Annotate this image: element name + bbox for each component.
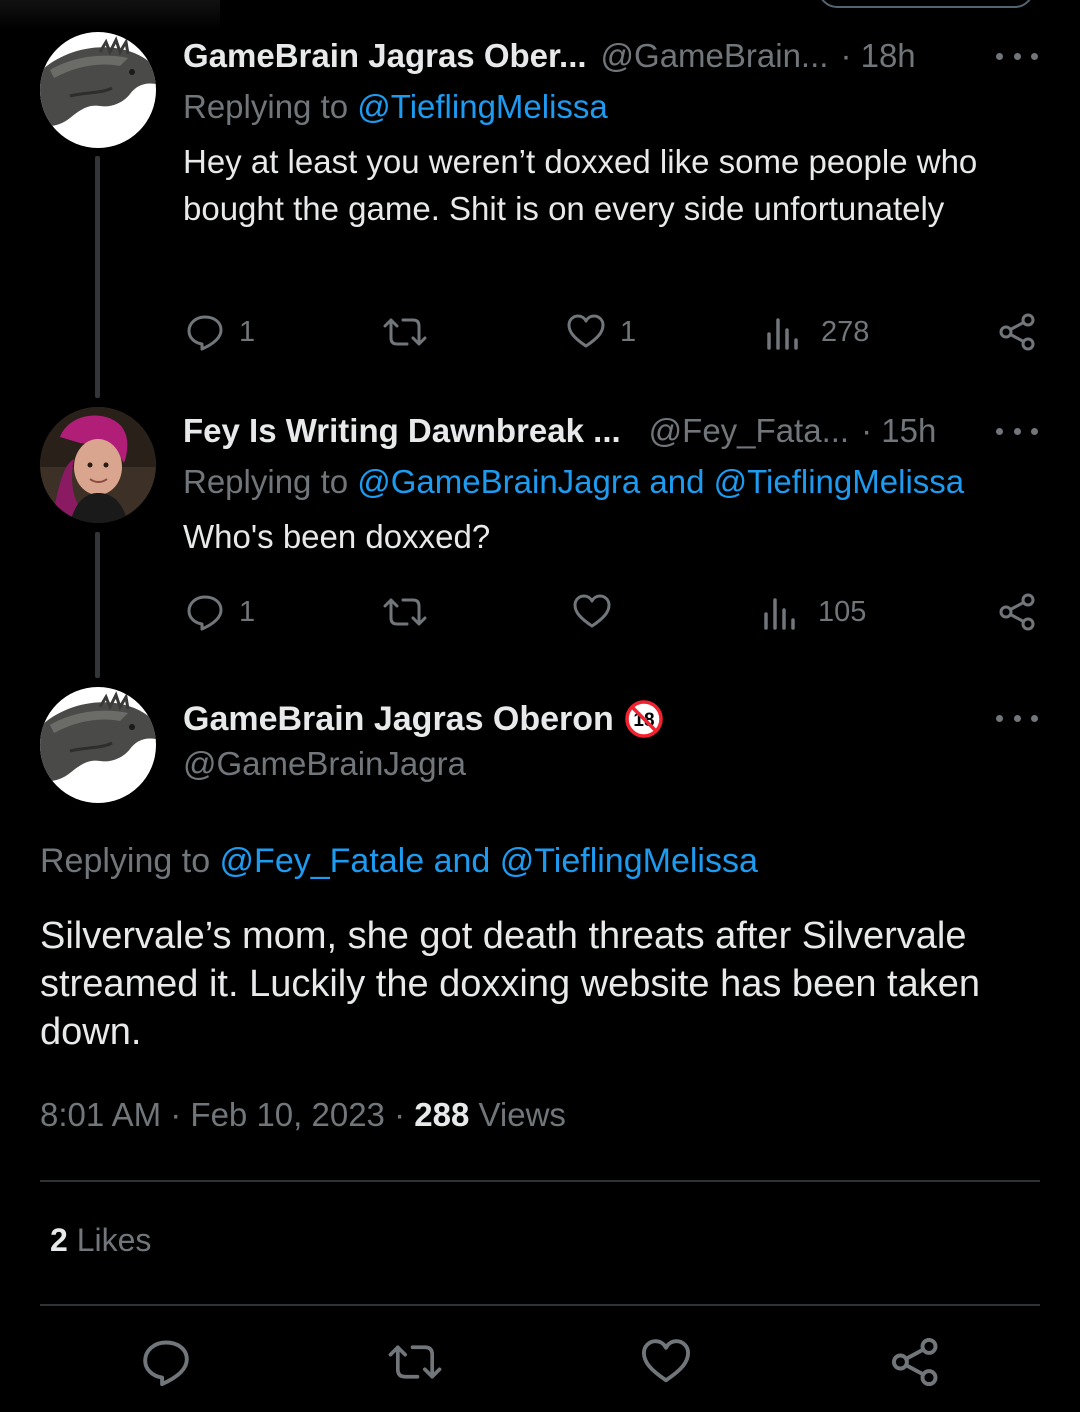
timestamp[interactable]: · 18h: [840, 37, 915, 75]
replying-to-prefix: Replying to: [183, 88, 358, 125]
separator: ·: [161, 1096, 191, 1133]
thread-connector: [95, 156, 100, 398]
like-icon: [573, 594, 611, 628]
display-name-row: GameBrain Jagras Oberon 18: [183, 697, 664, 741]
tweet-meta: 8:01 AM · Feb 10, 2023 · 288 Views: [40, 1096, 566, 1134]
retweet-icon: [383, 318, 427, 346]
like-icon: [641, 1339, 691, 1383]
likes-count: 2: [50, 1222, 68, 1258]
replying-to: Replying to @Fey_Fatale and @TieflingMel…: [40, 842, 758, 881]
divider: [40, 1180, 1040, 1182]
views-count: 288: [414, 1096, 470, 1133]
like-button[interactable]: [640, 1336, 692, 1388]
share-button[interactable]: [890, 1336, 942, 1388]
more-options-icon[interactable]: [996, 46, 1038, 66]
tweet-text: Hey at least you weren’t doxxed like som…: [183, 143, 978, 227]
share-icon: [891, 1337, 938, 1387]
reply-button[interactable]: [140, 1336, 192, 1388]
reply-count: 1: [239, 315, 256, 348]
views-label: Views: [469, 1096, 566, 1133]
tweet-header: GameBrain Jagras Ober... @GameBrain... ·…: [183, 34, 916, 78]
post-time[interactable]: 8:01 AM: [40, 1096, 161, 1133]
views-icon: [767, 318, 798, 350]
views-button[interactable]: 105: [762, 590, 866, 634]
display-name[interactable]: GameBrain Jagras Ober...: [183, 37, 587, 75]
avatar[interactable]: [40, 407, 156, 523]
share-icon: [999, 593, 1035, 631]
display-name[interactable]: Fey Is Writing Dawnbreak ...: [183, 412, 621, 450]
avatar[interactable]: [40, 687, 156, 803]
age-restriction-badge-icon: 18: [625, 700, 663, 738]
views-button[interactable]: 278: [765, 310, 869, 354]
share-button[interactable]: [998, 310, 1038, 354]
user-handle[interactable]: @GameBrain...: [601, 37, 829, 75]
tweet-text: Who's been doxxed?: [183, 518, 491, 555]
retweet-icon: [388, 1345, 442, 1379]
tweet-text: Silvervale’s mom, she got death threats …: [40, 915, 980, 1053]
replying-to-prefix: Replying to: [183, 463, 358, 500]
replying-to-link[interactable]: @GameBrainJagra and @TieflingMelissa: [357, 463, 964, 500]
more-options-icon[interactable]: [996, 708, 1038, 728]
reply-button[interactable]: 1: [185, 590, 255, 634]
retweet-button[interactable]: [383, 310, 441, 354]
replying-to-link[interactable]: @TieflingMelissa: [357, 88, 608, 125]
user-handle[interactable]: @Fey_Fata...: [649, 412, 849, 450]
tweet-actions: 1 1 278: [0, 310, 1080, 354]
top-edge-shadow: [0, 0, 220, 30]
tweet-actions: 1 105: [0, 590, 1080, 634]
main-tweet-actions: [0, 1336, 1080, 1388]
retweet-icon: [383, 598, 427, 626]
divider: [40, 1304, 1040, 1306]
more-options-icon[interactable]: [996, 421, 1038, 441]
reply-icon: [143, 1340, 189, 1387]
post-date[interactable]: Feb 10, 2023: [190, 1096, 385, 1133]
share-icon: [999, 313, 1035, 351]
replying-to: Replying to @GameBrainJagra and @Tieflin…: [183, 463, 964, 501]
views-icon: [764, 598, 795, 630]
like-button[interactable]: 1: [566, 310, 636, 354]
likes-summary[interactable]: 2 Likes: [50, 1222, 151, 1259]
view-count: 278: [821, 315, 870, 348]
like-button[interactable]: [572, 590, 626, 634]
reply-icon: [187, 595, 223, 631]
retweet-button[interactable]: [383, 590, 441, 634]
like-count: 1: [620, 315, 637, 348]
user-handle[interactable]: @GameBrainJagra: [183, 745, 466, 783]
follow-button-edge[interactable]: [818, 0, 1034, 8]
timestamp[interactable]: · 15h: [861, 412, 936, 450]
separator: ·: [384, 1096, 415, 1133]
avatar[interactable]: [40, 32, 156, 148]
tweet-header: Fey Is Writing Dawnbreak ... @Fey_Fata..…: [183, 409, 936, 453]
view-count: 105: [818, 595, 867, 628]
replying-to-link[interactable]: @Fey_Fatale and @TieflingMelissa: [220, 842, 758, 880]
like-icon: [567, 314, 605, 348]
retweet-button[interactable]: [388, 1336, 442, 1388]
reply-icon: [187, 315, 223, 351]
likes-label: Likes: [67, 1222, 152, 1258]
share-button[interactable]: [998, 590, 1038, 634]
replying-to-prefix: Replying to: [40, 842, 220, 880]
reply-count: 1: [239, 595, 256, 628]
display-name[interactable]: GameBrain Jagras Oberon: [183, 700, 614, 739]
replying-to: Replying to @TieflingMelissa: [183, 88, 608, 126]
reply-button[interactable]: 1: [185, 310, 255, 354]
